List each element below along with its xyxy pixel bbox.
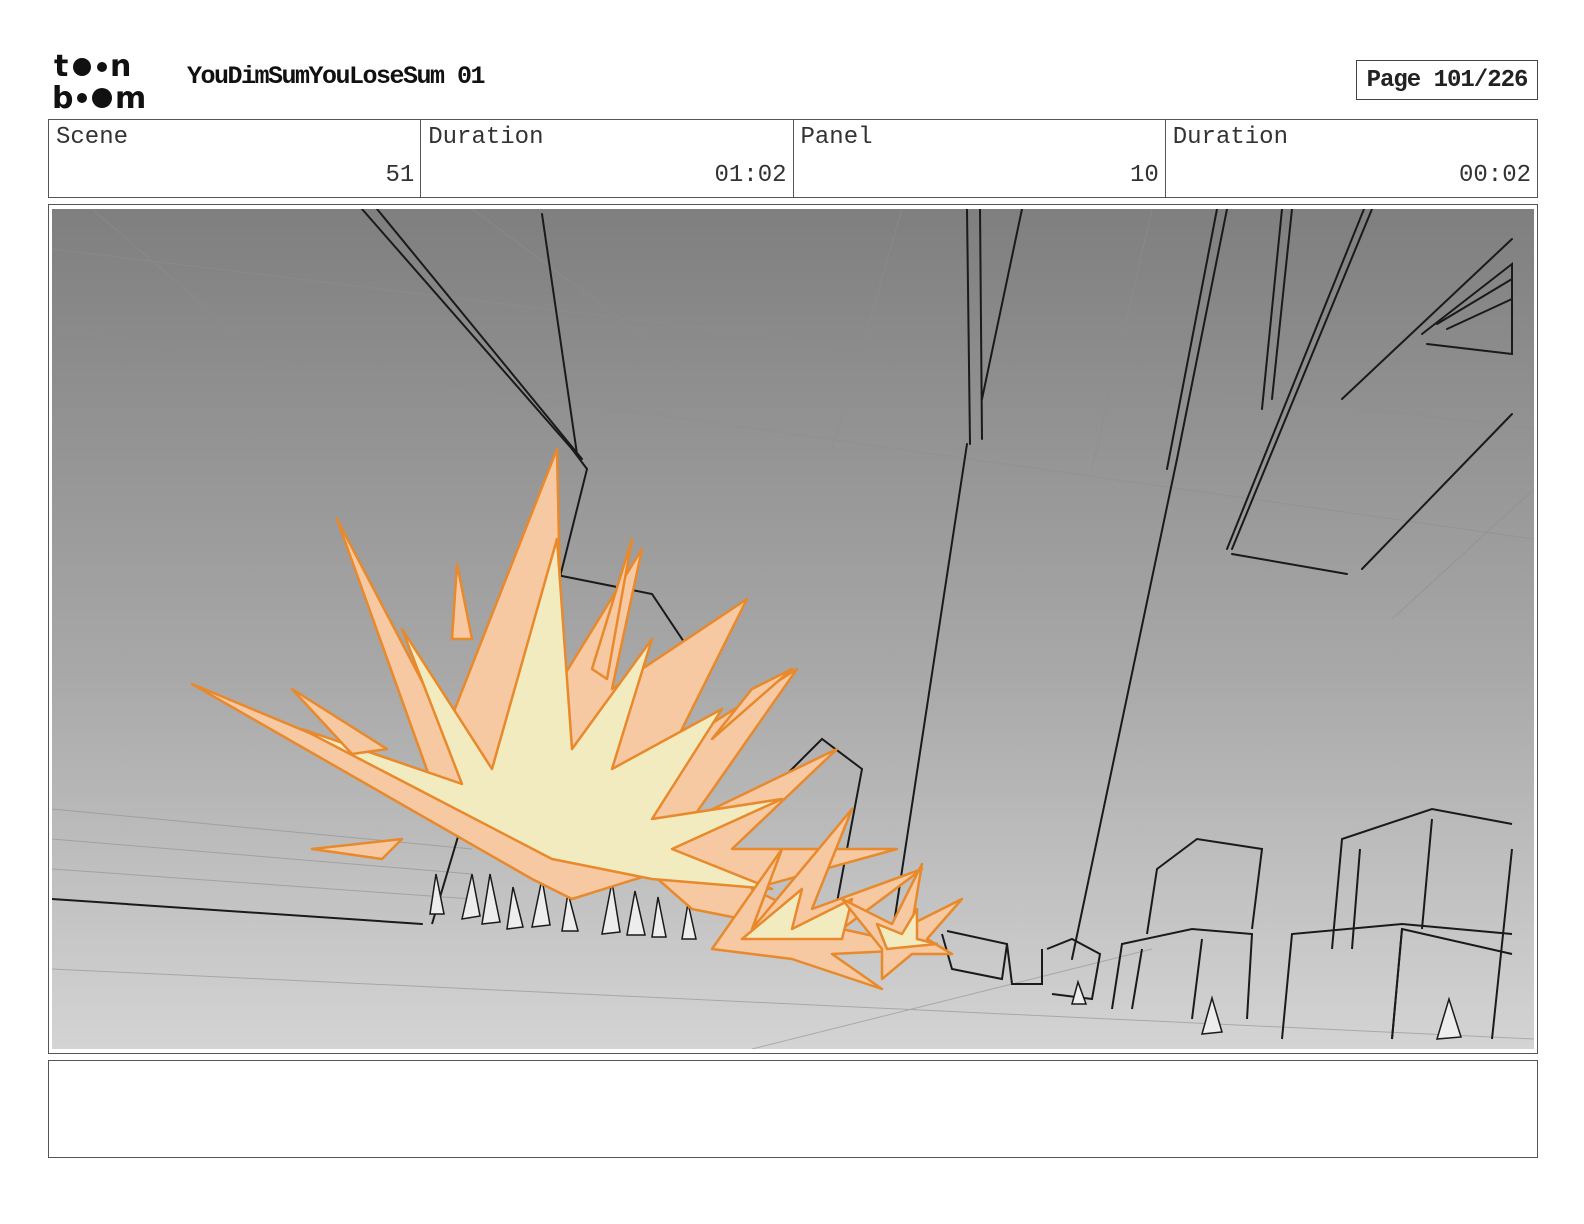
panel-value: 10 xyxy=(1129,162,1159,189)
scene-info-row: Scene 51 Duration 01:02 Panel 10 Duratio… xyxy=(48,119,1538,198)
scene-label: Scene xyxy=(56,124,129,151)
panel-duration-cell: Duration 00:02 xyxy=(1166,120,1537,197)
toonboom-logo: t n b m xyxy=(52,50,146,112)
page-number: Page 101/226 xyxy=(1356,60,1538,100)
scene-duration-label: Duration xyxy=(428,124,544,151)
panel-notes-box xyxy=(48,1060,1538,1158)
storyboard-panel-image xyxy=(52,209,1534,1049)
svg-text:b: b xyxy=(52,81,73,112)
scene-cell: Scene 51 xyxy=(49,120,422,197)
panel-label: Panel xyxy=(800,124,873,151)
svg-text:t: t xyxy=(54,50,68,84)
svg-text:m: m xyxy=(115,81,146,112)
panel-duration-value: 00:02 xyxy=(1458,162,1531,189)
project-title: YouDimSumYouLoseSum 01 xyxy=(187,62,486,91)
scene-duration-cell: Duration 01:02 xyxy=(421,120,794,197)
panel-duration-label: Duration xyxy=(1172,124,1288,151)
scene-duration-value: 01:02 xyxy=(714,162,787,189)
svg-text:n: n xyxy=(110,50,131,84)
panel-cell: Panel 10 xyxy=(794,120,1166,197)
scene-value: 51 xyxy=(385,162,415,189)
